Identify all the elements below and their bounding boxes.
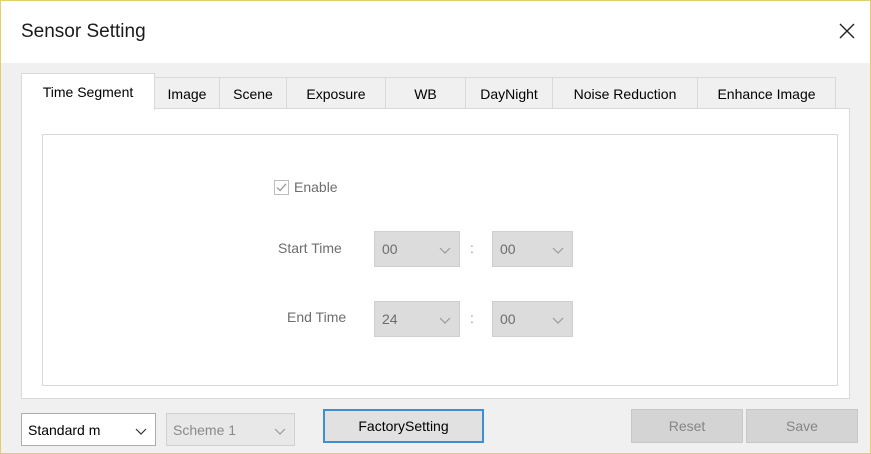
dialog-body: Time Segment Image Scene Exposure WB Day…	[1, 63, 870, 453]
start-minute-value: 00	[500, 241, 516, 257]
chevron-down-icon	[439, 247, 451, 254]
time-segment-panel: Enable Start Time 00 : 00 End Time 24 :	[21, 108, 850, 399]
start-minute-select[interactable]: 00	[492, 231, 573, 267]
factory-setting-button[interactable]: FactorySetting	[323, 409, 484, 443]
mode-select[interactable]: Standard m	[21, 413, 156, 446]
start-time-label: Start Time	[278, 240, 342, 256]
enable-checkbox-row[interactable]: Enable	[274, 179, 338, 195]
mode-select-value: Standard m	[28, 421, 101, 438]
scheme-select-value: Scheme 1	[173, 421, 237, 438]
start-hour-select[interactable]: 00	[374, 231, 460, 267]
time-segment-group: Enable Start Time 00 : 00 End Time 24 :	[42, 134, 838, 386]
tab-enhance-image[interactable]: Enhance Image	[697, 77, 836, 109]
title-bar: Sensor Setting	[1, 1, 870, 63]
reset-button[interactable]: Reset	[631, 409, 743, 443]
save-button[interactable]: Save	[746, 409, 858, 443]
tab-daynight[interactable]: DayNight	[465, 77, 553, 109]
tab-exposure[interactable]: Exposure	[286, 77, 386, 109]
end-minute-value: 00	[500, 311, 516, 327]
chevron-down-icon	[439, 317, 451, 324]
time-separator: :	[470, 310, 474, 326]
end-hour-value: 24	[382, 311, 398, 327]
start-hour-value: 00	[382, 241, 398, 257]
end-time-label: End Time	[287, 309, 347, 325]
end-minute-select[interactable]: 00	[492, 301, 573, 337]
chevron-down-icon	[274, 428, 286, 435]
end-hour-select[interactable]: 24	[374, 301, 460, 337]
tab-noise-reduction[interactable]: Noise Reduction	[552, 77, 698, 109]
chevron-down-icon	[552, 317, 564, 324]
tab-scene[interactable]: Scene	[219, 77, 287, 109]
tab-wb[interactable]: WB	[385, 77, 466, 109]
window-title: Sensor Setting	[21, 21, 146, 42]
checkmark-icon	[276, 182, 287, 192]
time-separator: :	[470, 240, 474, 256]
chevron-down-icon	[552, 247, 564, 254]
tab-image[interactable]: Image	[154, 77, 220, 109]
chevron-down-icon	[135, 428, 147, 435]
scheme-select[interactable]: Scheme 1	[166, 413, 295, 446]
close-icon	[839, 23, 855, 39]
close-button[interactable]	[824, 9, 870, 53]
enable-label: Enable	[294, 179, 338, 195]
tab-time-segment[interactable]: Time Segment	[21, 73, 155, 110]
enable-checkbox[interactable]	[274, 179, 289, 195]
sensor-setting-window: Sensor Setting Time Segment Image Scene …	[0, 0, 871, 454]
